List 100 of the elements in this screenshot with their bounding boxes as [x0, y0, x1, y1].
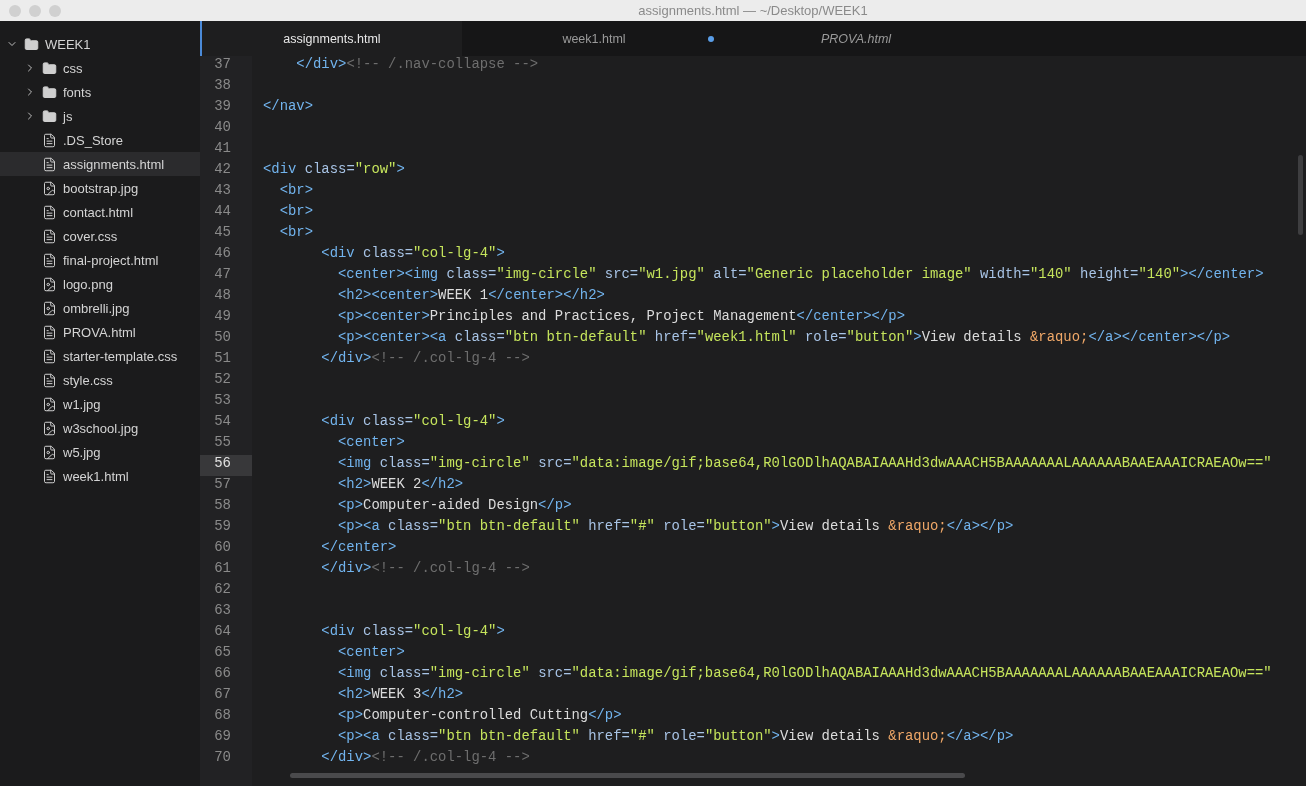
current-line-number: 56 [200, 455, 252, 476]
sidebar-item[interactable]: starter-template.css [0, 344, 200, 368]
sidebar-item-label: w5.jpg [63, 444, 101, 460]
folder-icon [24, 36, 39, 52]
line-number: 70 [213, 749, 232, 767]
code-line: <center> [337, 644, 405, 662]
code-line: <center><img class="img-circle" src="w1.jpg" alt="Generic placeholder image" width="140" height="140"></center> [337, 266, 1264, 284]
horizontal-scrollbar[interactable] [290, 773, 965, 778]
sidebar-item[interactable]: ombrelli.jpg [0, 296, 200, 320]
sidebar-item-label: ombrelli.jpg [63, 300, 130, 316]
sidebar-item-label: style.css [63, 372, 113, 388]
code-line: </center> [320, 539, 397, 557]
sidebar-item[interactable]: week1.html [0, 464, 200, 488]
close-window-button[interactable] [9, 4, 21, 17]
image-file-icon [42, 420, 57, 436]
sidebar-item[interactable]: final-project.html [0, 248, 200, 272]
file-icon [42, 372, 57, 388]
editor-tab[interactable]: assignments.html [200, 21, 462, 56]
line-number: 54 [213, 413, 232, 431]
line-number: 51 [213, 350, 232, 368]
line-number: 40 [213, 119, 232, 137]
line-number: 39 [213, 98, 232, 116]
code-line: <p><a class="btn btn-default" href="#" role="button">View details &raquo;</a></p> [337, 728, 1014, 746]
sidebar-item[interactable]: fonts [0, 80, 200, 104]
sidebar-item-label: WEEK1 [45, 36, 91, 52]
line-number: 44 [213, 203, 232, 221]
sidebar-item-label: PROVA.html [63, 324, 136, 340]
line-number: 64 [213, 623, 232, 641]
line-number: 61 [213, 560, 232, 578]
code-line: <center> [337, 434, 405, 452]
code-line: <p>Computer-controlled Cutting</p> [337, 707, 622, 725]
code-line: </nav> [263, 98, 314, 116]
line-number: 53 [213, 392, 232, 410]
folder-icon [42, 60, 57, 76]
image-file-icon [42, 396, 57, 412]
sidebar-item[interactable]: w5.jpg [0, 440, 200, 464]
selected-sidebar-item[interactable]: assignments.html [0, 152, 200, 176]
sidebar-item[interactable]: w1.jpg [0, 392, 200, 416]
file-icon [42, 228, 57, 244]
line-number: 59 [213, 518, 232, 536]
code-line: <h2><center>WEEK 1</center></h2> [337, 287, 605, 305]
code-line: <div class="col-lg-4"> [320, 623, 505, 641]
line-number: 43 [213, 182, 232, 200]
line-number: 46 [213, 245, 232, 263]
line-number: 38 [213, 77, 232, 95]
sidebar-item-label: cover.css [63, 228, 118, 244]
sidebar-item[interactable]: .DS_Store [0, 128, 200, 152]
line-number: 58 [213, 497, 232, 515]
file-icon [42, 156, 57, 172]
line-number: 41 [213, 140, 232, 158]
minimize-window-button[interactable] [29, 4, 41, 17]
code-line: <p><center><a class="btn btn-default" href="week1.html" role="button">View details &raquo;</a></center></p> [337, 329, 1231, 347]
code-line: <br> [278, 182, 314, 200]
image-file-icon [42, 300, 57, 316]
code-line: <div class="col-lg-4"> [320, 413, 505, 431]
line-number: 52 [213, 371, 232, 389]
sidebar-item[interactable]: WEEK1 [0, 32, 200, 56]
vertical-scrollbar[interactable] [1298, 155, 1303, 235]
file-icon [42, 324, 57, 340]
code-line: <p>Computer-aided Design</p> [337, 497, 572, 515]
line-number: 57 [213, 476, 232, 494]
maximize-window-button[interactable] [49, 4, 61, 17]
folder-icon [42, 84, 57, 100]
file-icon [42, 468, 57, 484]
line-number: 65 [213, 644, 232, 662]
folder-icon [42, 108, 57, 124]
line-number: 55 [213, 434, 232, 452]
sidebar-item-label: w1.jpg [63, 396, 101, 412]
image-file-icon [42, 180, 57, 196]
sidebar-item[interactable]: PROVA.html [0, 320, 200, 344]
line-number: 67 [213, 686, 232, 704]
sidebar-item-label: js [63, 108, 73, 124]
line-number: 45 [213, 224, 232, 242]
sidebar-item-label: fonts [63, 84, 92, 100]
code-line: <p><center>Principles and Practices, Project Management</center></p> [337, 308, 905, 326]
line-number: 37 [213, 56, 232, 74]
line-number: 42 [213, 161, 232, 179]
sidebar-item-label: logo.png [63, 276, 113, 292]
sidebar-item[interactable]: css [0, 56, 200, 80]
sidebar-item-label: .DS_Store [63, 132, 123, 148]
sidebar-item[interactable]: cover.css [0, 224, 200, 248]
sidebar-item[interactable]: bootstrap.jpg [0, 176, 200, 200]
code-line: <p><a class="btn btn-default" href="#" role="button">View details &raquo;</a></p> [337, 518, 1014, 536]
line-number: 62 [213, 581, 232, 599]
sidebar-item[interactable]: js [0, 104, 200, 128]
line-number: 60 [213, 539, 232, 557]
sidebar-item[interactable]: style.css [0, 368, 200, 392]
file-icon [42, 348, 57, 364]
image-file-icon [42, 276, 57, 292]
line-number: 69 [213, 728, 232, 746]
line-number: 48 [213, 287, 232, 305]
sidebar-item[interactable]: w3school.jpg [0, 416, 200, 440]
code-line: <h2>WEEK 3</h2> [337, 686, 464, 704]
sidebar-item-label: css [63, 60, 83, 76]
line-number: 63 [213, 602, 232, 620]
code-line: <h2>WEEK 2</h2> [337, 476, 464, 494]
sidebar-item[interactable]: logo.png [0, 272, 200, 296]
sidebar-item-label: contact.html [63, 204, 134, 220]
sidebar-item[interactable]: contact.html [0, 200, 200, 224]
code-line: </div><!-- /.col-lg-4 --> [320, 749, 530, 767]
